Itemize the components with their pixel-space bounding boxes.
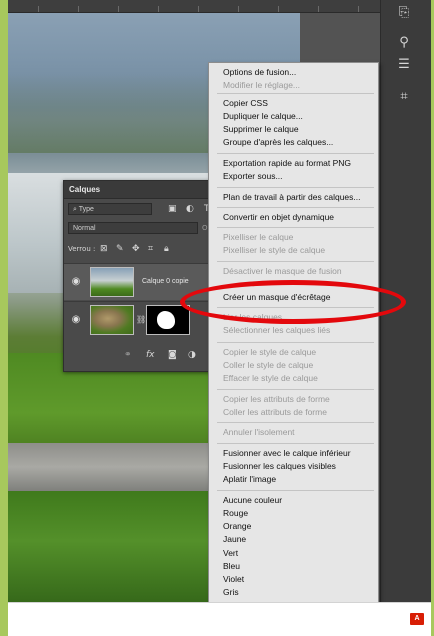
menu-separator bbox=[217, 153, 374, 154]
paths-icon[interactable]: ⌗ bbox=[393, 88, 415, 106]
lock-move-icon[interactable]: ✥ bbox=[132, 243, 140, 255]
pixel-filter-icon[interactable]: ▣ bbox=[168, 203, 177, 215]
menu-item[interactable]: Dupliquer le calque... bbox=[223, 111, 303, 122]
menu-separator bbox=[217, 261, 374, 262]
adjustment-filter-icon[interactable]: ◐ bbox=[186, 203, 194, 215]
layer-mask-thumbnail[interactable] bbox=[146, 305, 190, 335]
lock-label: Verrou : bbox=[68, 245, 96, 253]
menu-separator bbox=[217, 227, 374, 228]
menu-item[interactable]: Copier le style de calque bbox=[223, 347, 316, 358]
layer-name: Calque 0 copie bbox=[142, 278, 189, 285]
menu-item[interactable]: Fusionner les calques visibles bbox=[223, 461, 336, 472]
menu-item[interactable]: Modifier le réglage... bbox=[223, 80, 300, 91]
adjustment-layer-icon[interactable]: ◑ bbox=[188, 349, 196, 361]
layer-context-menu: Options de fusion... Modifier le réglage.… bbox=[208, 62, 379, 602]
menu-item[interactable]: Copier les attributs de forme bbox=[223, 394, 330, 405]
menu-item[interactable]: Aucune couleur bbox=[223, 495, 282, 506]
menu-item[interactable]: Pixelliser le calque bbox=[223, 232, 293, 243]
menu-item[interactable]: Effacer le style de calque bbox=[223, 373, 318, 384]
add-mask-icon[interactable]: ◙ bbox=[168, 349, 177, 361]
menu-item[interactable]: Convertir en objet dynamique bbox=[223, 212, 334, 223]
menu-item[interactable]: Supprimer le calque bbox=[223, 124, 299, 135]
menu-item[interactable]: Exporter sous... bbox=[223, 171, 283, 182]
eye-icon[interactable]: ◉ bbox=[70, 314, 82, 326]
lock-transparency-icon[interactable]: ⊠ bbox=[100, 243, 108, 255]
menu-item[interactable]: Bleu bbox=[223, 561, 240, 572]
menu-separator bbox=[217, 422, 374, 423]
menu-item[interactable]: Annuler l'isolement bbox=[223, 427, 295, 438]
menu-item[interactable]: Jaune bbox=[223, 534, 246, 545]
menu-item[interactable]: Groupe d'après les calques... bbox=[223, 137, 333, 148]
layer-thumbnail bbox=[90, 305, 134, 335]
blend-mode-select[interactable]: Normal bbox=[68, 222, 198, 234]
stamp-icon[interactable]: ⎘ bbox=[393, 4, 415, 22]
menu-item[interactable]: Coller le style de calque bbox=[223, 360, 313, 371]
menu-item[interactable]: Gris bbox=[223, 587, 239, 598]
photoshop-workspace: ⎘ ⚲ ☰ ⌗ Calques ⌕ Type ▣ ◐ T Normal Opa … bbox=[8, 0, 431, 602]
fx-icon[interactable]: fx bbox=[146, 349, 155, 361]
menu-item[interactable]: Rouge bbox=[223, 508, 248, 519]
lock-brush-icon[interactable]: ✎ bbox=[116, 243, 124, 255]
menu-item[interactable]: Aplatir l'image bbox=[223, 474, 276, 485]
chain-link-icon[interactable]: ⛓ bbox=[136, 314, 146, 326]
eye-icon[interactable]: ◉ bbox=[70, 276, 82, 288]
menu-item[interactable]: Exportation rapide au format PNG bbox=[223, 158, 351, 169]
brush-settings-icon[interactable]: ⚲ bbox=[393, 34, 415, 52]
lock-artboard-icon[interactable]: ⌗ bbox=[148, 243, 153, 255]
menu-item[interactable]: Vert bbox=[223, 548, 238, 559]
left-frame bbox=[0, 0, 8, 635]
sliders-icon[interactable]: ☰ bbox=[393, 56, 415, 74]
adobe-icon[interactable]: A bbox=[410, 613, 424, 625]
top-ruler bbox=[8, 0, 380, 13]
layer-thumbnail bbox=[90, 267, 134, 297]
menu-separator bbox=[217, 93, 374, 94]
menu-separator bbox=[217, 342, 374, 343]
menu-item[interactable]: Sélectionner les calques liés bbox=[223, 325, 330, 336]
menu-item[interactable]: Pixelliser le style de calque bbox=[223, 245, 325, 256]
link-layers-icon[interactable]: ⚭ bbox=[124, 349, 132, 361]
menu-separator bbox=[217, 187, 374, 188]
menu-separator bbox=[217, 389, 374, 390]
menu-item[interactable]: Copier CSS bbox=[223, 98, 268, 109]
menu-item[interactable]: Options de fusion... bbox=[223, 67, 296, 78]
menu-item[interactable]: Désactiver le masque de fusion bbox=[223, 266, 342, 277]
lock-all-icon[interactable]: 🔒︎ bbox=[164, 243, 169, 255]
menu-separator bbox=[217, 207, 374, 208]
menu-item[interactable]: Orange bbox=[223, 521, 251, 532]
menu-item[interactable]: Fusionner avec le calque inférieur bbox=[223, 448, 351, 459]
menu-separator bbox=[217, 443, 374, 444]
menu-item[interactable]: Violet bbox=[223, 574, 244, 585]
filter-type-select[interactable]: ⌕ Type bbox=[68, 203, 152, 215]
status-bar bbox=[8, 602, 431, 636]
red-highlight-ellipse bbox=[180, 280, 406, 324]
menu-item[interactable]: Plan de travail à partir des calques... bbox=[223, 192, 361, 203]
menu-separator bbox=[217, 490, 374, 491]
menu-item[interactable]: Coller les attributs de forme bbox=[223, 407, 327, 418]
